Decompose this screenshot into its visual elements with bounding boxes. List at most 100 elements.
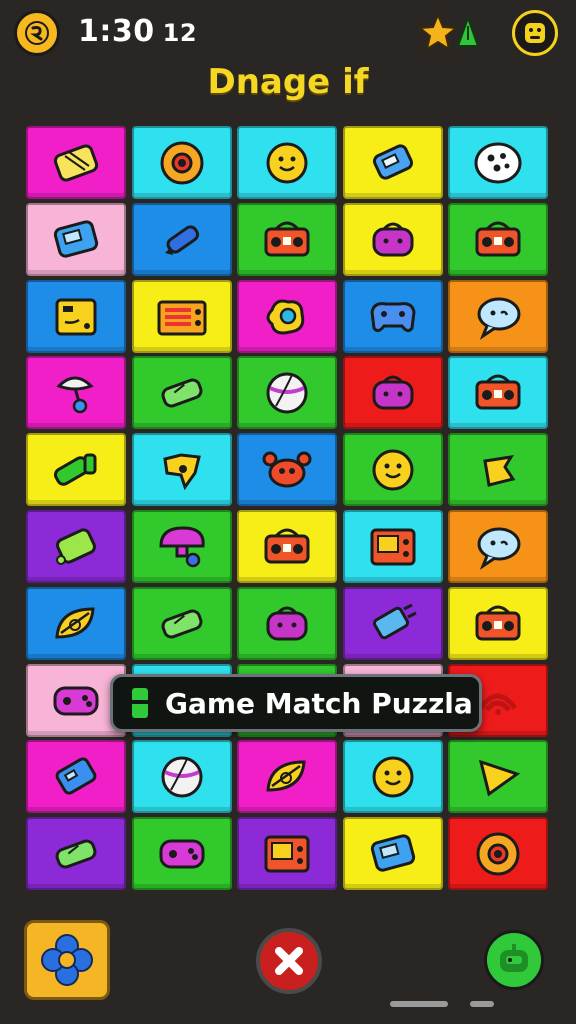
page-title: Dnage if	[207, 62, 369, 102]
walkie-icon	[45, 750, 107, 804]
radio-icon	[256, 213, 318, 267]
tile[interactable]	[26, 740, 126, 813]
tile[interactable]	[448, 510, 548, 583]
tile[interactable]	[132, 126, 232, 199]
home-indicator[interactable]	[390, 1001, 448, 1007]
tile[interactable]	[343, 510, 443, 583]
tile[interactable]	[237, 510, 337, 583]
tile[interactable]	[237, 356, 337, 429]
tile[interactable]	[343, 817, 443, 890]
tile[interactable]	[132, 356, 232, 429]
tile[interactable]	[132, 587, 232, 660]
tile[interactable]	[448, 356, 548, 429]
timer-extra: 12	[162, 19, 198, 47]
controller-icon	[362, 290, 424, 344]
tile[interactable]	[26, 280, 126, 353]
tile[interactable]	[237, 740, 337, 813]
heart-icon	[467, 443, 529, 497]
tile[interactable]	[343, 280, 443, 353]
tile[interactable]	[132, 433, 232, 506]
timer-value: 1:30	[78, 14, 155, 49]
tile[interactable]	[343, 203, 443, 276]
game-title-tooltip: Game Match Puzzla	[110, 674, 482, 732]
bag-icon	[362, 366, 424, 420]
robot-button[interactable]	[484, 930, 544, 990]
battery-icon	[151, 597, 213, 651]
home-indicator-secondary[interactable]	[470, 1001, 494, 1007]
tile[interactable]	[448, 280, 548, 353]
donut-icon	[151, 136, 213, 190]
tile[interactable]	[237, 203, 337, 276]
tile[interactable]	[343, 126, 443, 199]
tile[interactable]	[343, 587, 443, 660]
device-icon	[45, 290, 107, 344]
tile[interactable]	[26, 203, 126, 276]
tile[interactable]	[237, 280, 337, 353]
coin-icon	[25, 21, 49, 45]
tile[interactable]	[343, 433, 443, 506]
ball-icon	[151, 750, 213, 804]
face-icon	[525, 23, 545, 43]
battery-icon	[151, 366, 213, 420]
coin-button[interactable]	[14, 10, 60, 56]
powerup-button[interactable]	[24, 920, 110, 1000]
bag-icon	[256, 597, 318, 651]
tag-icon	[45, 520, 107, 574]
cassette-icon	[45, 136, 107, 190]
tile[interactable]	[26, 510, 126, 583]
tile[interactable]	[343, 740, 443, 813]
speech-bubble-icon	[467, 520, 529, 574]
battery-icon	[132, 688, 148, 718]
top-bar: 1:30 12	[0, 0, 576, 70]
tile[interactable]	[132, 203, 232, 276]
tile[interactable]	[132, 280, 232, 353]
tile[interactable]	[448, 740, 548, 813]
tile[interactable]	[448, 817, 548, 890]
marker-icon	[151, 213, 213, 267]
tile[interactable]	[448, 203, 548, 276]
tile[interactable]	[237, 433, 337, 506]
tile[interactable]	[132, 510, 232, 583]
tile[interactable]	[343, 356, 443, 429]
plug-icon	[362, 597, 424, 651]
tile[interactable]	[26, 433, 126, 506]
smiley-icon	[256, 136, 318, 190]
tile[interactable]	[26, 126, 126, 199]
tile[interactable]	[132, 740, 232, 813]
bag-icon	[362, 213, 424, 267]
star-icon	[417, 12, 480, 52]
robot-icon	[362, 136, 424, 190]
star-blob-icon	[151, 443, 213, 497]
pin-icon	[45, 366, 107, 420]
crab-icon	[256, 443, 318, 497]
tile[interactable]	[237, 817, 337, 890]
smiley-icon	[362, 443, 424, 497]
cookie-icon	[467, 136, 529, 190]
tile[interactable]	[26, 817, 126, 890]
tv-icon	[256, 827, 318, 881]
tile[interactable]	[237, 126, 337, 199]
tile[interactable]	[448, 433, 548, 506]
tile[interactable]	[132, 817, 232, 890]
tile[interactable]	[26, 356, 126, 429]
blob-icon	[256, 290, 318, 344]
mushroom-icon	[151, 520, 213, 574]
ball-icon	[256, 366, 318, 420]
tile[interactable]	[448, 126, 548, 199]
tile[interactable]	[26, 587, 126, 660]
profile-button[interactable]	[512, 10, 558, 56]
donut-icon	[467, 827, 529, 881]
tile[interactable]	[237, 587, 337, 660]
radio-icon	[467, 366, 529, 420]
battery-icon	[45, 827, 107, 881]
close-button[interactable]	[256, 928, 322, 994]
timer: 1:30 12	[78, 14, 197, 49]
game-board	[26, 126, 552, 894]
speech-bubble-icon	[467, 290, 529, 344]
spray-icon	[45, 443, 107, 497]
leaf-icon	[256, 750, 318, 804]
smiley-icon	[362, 750, 424, 804]
leaf-icon	[45, 597, 107, 651]
close-icon	[275, 947, 303, 975]
tile[interactable]	[448, 587, 548, 660]
